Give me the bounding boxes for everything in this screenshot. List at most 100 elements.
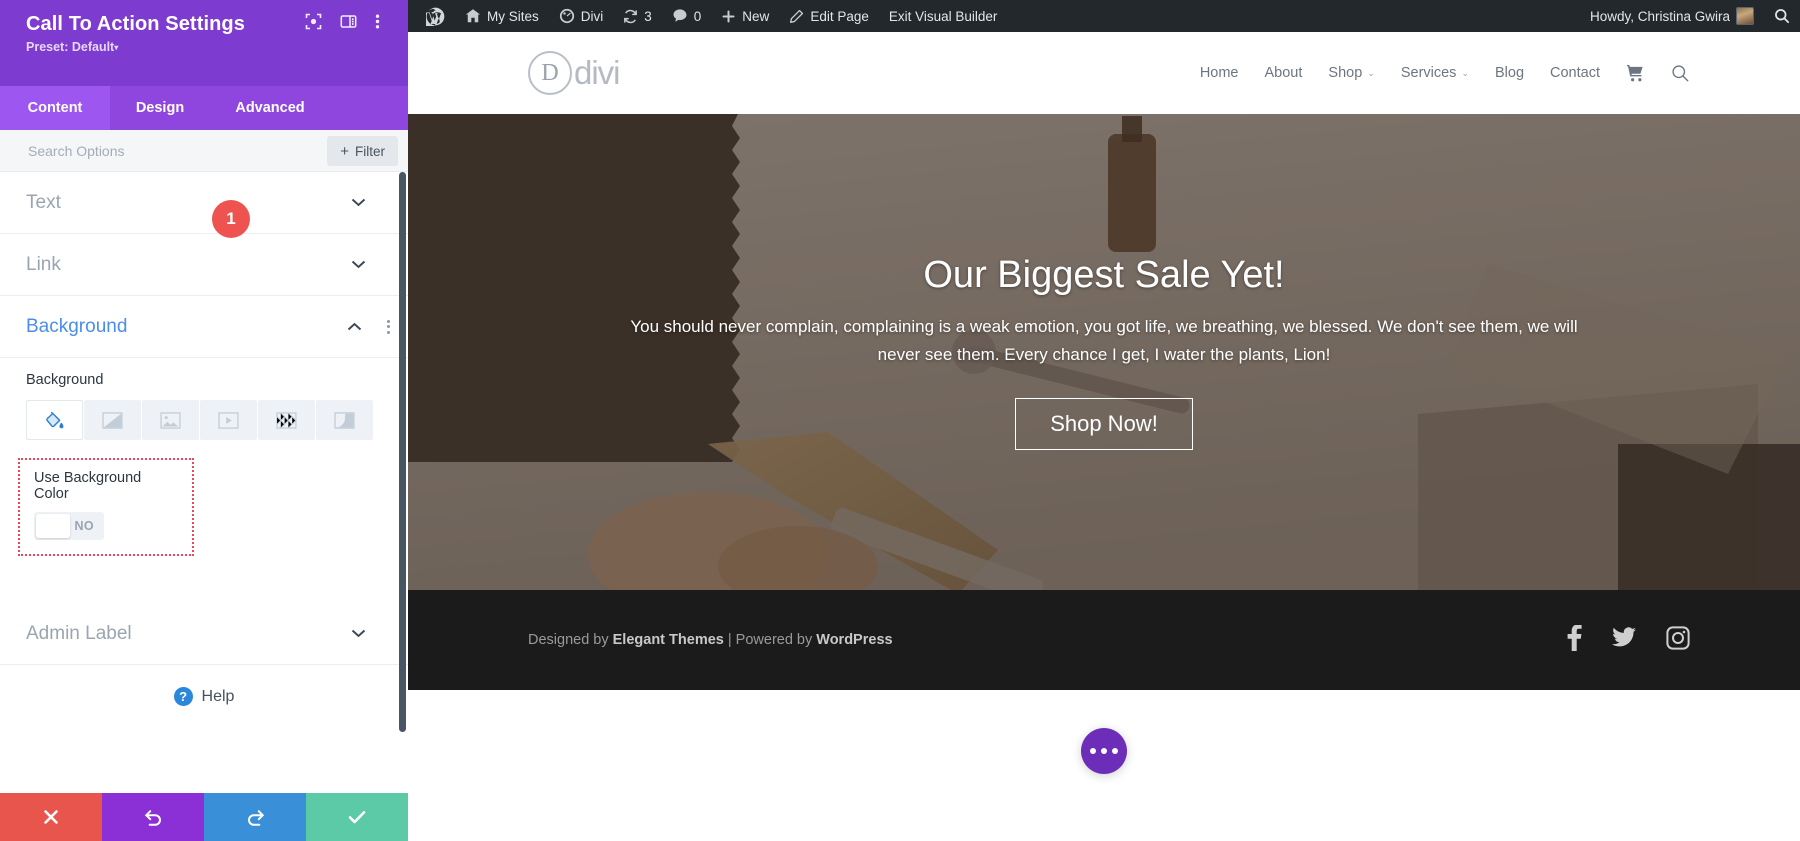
search-options-row: Search Options + Filter <box>0 130 408 172</box>
nav-item-contact[interactable]: Contact <box>1550 65 1600 81</box>
background-options: Background Use Background Color NO 1 <box>0 200 408 556</box>
save-button[interactable] <box>306 793 408 841</box>
section-link-label: Link <box>26 253 61 275</box>
hero-subtitle: You should never complain, complaining i… <box>630 317 1578 364</box>
panel-header-icons <box>305 13 392 30</box>
updates-count: 3 <box>644 8 652 24</box>
divi-label: Divi <box>580 8 604 24</box>
nav-item-shop[interactable]: Shop ⌄ <box>1328 65 1374 81</box>
background-image-tab[interactable] <box>142 400 199 440</box>
twitter-icon[interactable] <box>1612 626 1636 654</box>
hero-title: Our Biggest Sale Yet! <box>923 254 1285 297</box>
background-type-tabs <box>26 400 382 440</box>
undo-button[interactable] <box>102 793 204 841</box>
builder-bottom-area <box>408 690 1800 841</box>
dot <box>1112 748 1118 754</box>
divi-menu[interactable]: Divi <box>549 0 614 32</box>
layout-panel-icon[interactable] <box>340 13 357 30</box>
section-link[interactable]: Link <box>0 234 408 296</box>
logo-text: divi <box>574 54 621 91</box>
chevron-down-icon: ⌄ <box>1461 67 1469 78</box>
nav-label: Services <box>1400 65 1457 81</box>
call-to-action-settings-panel: Call To Action Settings Preset: Default▾ <box>0 0 408 841</box>
toggle-knob <box>36 514 70 538</box>
focus-icon[interactable] <box>305 13 322 30</box>
instagram-icon[interactable] <box>1666 625 1690 655</box>
nav-item-about[interactable]: About <box>1265 65 1303 81</box>
avatar <box>1736 7 1754 25</box>
settings-tabs: Content Design Advanced <box>0 86 408 130</box>
dot <box>1101 748 1107 754</box>
chevron-down-icon: ▾ <box>114 43 119 53</box>
howdy-label: Howdy, Christina Gwira <box>1589 8 1730 24</box>
background-color-tab[interactable] <box>26 400 83 440</box>
tab-advanced[interactable]: Advanced <box>210 86 330 130</box>
exit-visual-builder-link[interactable]: Exit Visual Builder <box>879 0 1008 32</box>
new-label: New <box>742 8 770 24</box>
section-background[interactable]: Background <box>0 296 408 358</box>
section-background-label: Background <box>26 315 128 337</box>
filter-label: Filter <box>355 143 385 159</box>
tab-design[interactable]: Design <box>110 86 210 130</box>
search-input[interactable]: Search Options <box>28 143 125 159</box>
wordpress-admin-bar: My Sites Divi 3 0 New Edit Page Exit Vis… <box>408 0 1800 32</box>
cart-icon[interactable] <box>1626 64 1645 83</box>
background-mask-tab[interactable] <box>316 400 373 440</box>
comments-menu[interactable]: 0 <box>662 0 712 32</box>
call-to-action-module[interactable]: Our Biggest Sale Yet! You should never c… <box>408 114 1800 590</box>
use-background-color-field: Use Background Color NO <box>18 458 194 556</box>
cancel-button[interactable] <box>0 793 102 841</box>
comments-count: 0 <box>693 8 702 24</box>
footer-credit: Designed by Elegant Themes | Powered by … <box>528 632 893 648</box>
section-text-label: Text <box>26 191 61 213</box>
background-video-tab[interactable] <box>200 400 257 440</box>
edit-page-link[interactable]: Edit Page <box>779 0 879 32</box>
updates-menu[interactable]: 3 <box>613 0 662 32</box>
nav-label: About <box>1264 65 1303 81</box>
use-background-color-toggle[interactable]: NO <box>34 512 104 540</box>
new-content-menu[interactable]: New <box>711 0 779 32</box>
nav-item-services[interactable]: Services ⌄ <box>1401 65 1469 81</box>
divi-builder-fab[interactable] <box>1081 728 1127 774</box>
tab-content[interactable]: Content <box>0 86 110 130</box>
kebab-menu-icon[interactable] <box>375 13 392 30</box>
background-gradient-tab[interactable] <box>84 400 141 440</box>
nav-item-blog[interactable]: Blog <box>1495 65 1524 81</box>
redo-button[interactable] <box>204 793 306 841</box>
section-admin-label-text: Admin Label <box>26 622 132 644</box>
divi-logo[interactable]: D divi <box>528 51 621 95</box>
facebook-icon[interactable] <box>1567 623 1582 656</box>
chevron-down-icon <box>351 260 366 269</box>
panel-scrollbar[interactable] <box>399 172 406 732</box>
chevron-down-icon <box>351 629 366 638</box>
exit-visual-builder-label: Exit Visual Builder <box>888 8 998 24</box>
my-sites-menu[interactable]: My Sites <box>455 0 549 32</box>
shop-now-button[interactable]: Shop Now! <box>1015 397 1193 450</box>
howdy-user-menu[interactable]: Howdy, Christina Gwira <box>1580 0 1764 32</box>
website-preview: My Sites Divi 3 0 New Edit Page Exit Vis… <box>408 0 1800 841</box>
section-options-kebab-icon[interactable] <box>387 319 390 334</box>
question-mark-icon: ? <box>173 687 193 706</box>
section-admin-label[interactable]: Admin Label <box>0 603 408 665</box>
nav-item-home[interactable]: Home <box>1200 65 1239 81</box>
wordpress-logo-icon[interactable] <box>416 0 455 32</box>
background-pattern-tab[interactable] <box>258 400 315 440</box>
chevron-up-icon <box>347 322 362 331</box>
chevron-down-icon: ⌄ <box>1367 67 1375 78</box>
footer-brand-elegant-themes[interactable]: Elegant Themes <box>613 632 724 648</box>
site-search-icon[interactable] <box>1671 64 1690 83</box>
hero-content: Our Biggest Sale Yet! You should never c… <box>408 114 1800 590</box>
footer-social-links <box>1567 623 1690 656</box>
edit-page-label: Edit Page <box>810 8 869 24</box>
section-text[interactable]: Text <box>0 172 408 234</box>
nav-label: Home <box>1199 65 1239 81</box>
panel-header: Call To Action Settings Preset: Default▾ <box>0 0 408 86</box>
help-link[interactable]: ? Help <box>0 665 408 706</box>
site-navigation: D divi Home About Shop ⌄ Services ⌄ Blog C… <box>408 32 1800 114</box>
footer-brand-wordpress[interactable]: WordPress <box>816 632 892 648</box>
admin-search-icon[interactable] <box>1764 0 1800 32</box>
preset-selector[interactable]: Preset: Default▾ <box>26 40 390 54</box>
nav-label: Shop <box>1328 65 1363 81</box>
nav-label: Blog <box>1494 65 1525 81</box>
filter-button[interactable]: + Filter <box>327 136 398 166</box>
